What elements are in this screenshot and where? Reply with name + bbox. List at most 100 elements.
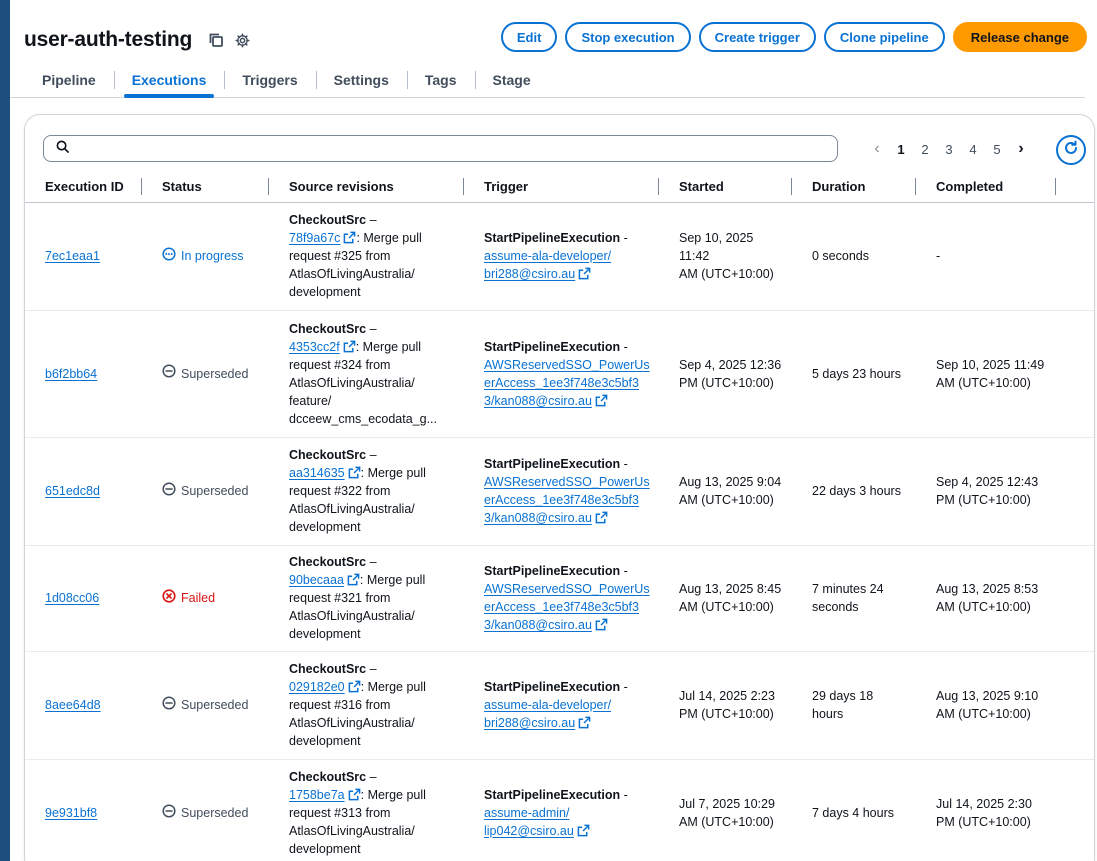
source-dash: – [366, 213, 377, 227]
column-header-completed[interactable]: Completed [916, 171, 1056, 203]
gear-icon[interactable] [234, 32, 250, 48]
started-value: Jul 7, 2025 10:29 AM (UTC+10:00) [679, 797, 775, 829]
external-link-icon[interactable] [347, 573, 360, 586]
trigger-link[interactable]: erAccess_1ee3f748e3c5bf3 [484, 600, 639, 614]
external-link-icon[interactable] [578, 267, 591, 280]
commit-link[interactable]: 4353cc2f [289, 340, 340, 354]
clone-pipeline-button[interactable]: Clone pipeline [823, 22, 945, 52]
external-link-icon[interactable] [348, 788, 361, 801]
commit-link[interactable]: 90becaaa [289, 573, 344, 587]
page-3[interactable]: 3 [937, 142, 961, 157]
trigger-link[interactable]: 3/kan088@csiro.au [484, 394, 592, 408]
release-change-button[interactable]: Release change [952, 22, 1087, 52]
tab-tags[interactable]: Tags [406, 62, 475, 97]
commit-message-line: request #313 from [289, 806, 391, 820]
completed-line: Aug 13, 2025 8:53 [936, 582, 1039, 596]
external-link-icon[interactable] [595, 618, 608, 631]
execution-id-cell: 8aee64d8 [25, 651, 142, 760]
trigger-link[interactable]: assume-admin/ [484, 806, 569, 820]
completed-value: Aug 13, 2025 9:10 AM (UTC+10:00) [936, 689, 1038, 721]
stop-execution-button[interactable]: Stop execution [565, 22, 691, 52]
trigger-link[interactable]: erAccess_1ee3f748e3c5bf3 [484, 376, 639, 390]
column-header-started[interactable]: Started [659, 171, 792, 203]
commit-link[interactable]: 1758be7a [289, 788, 345, 802]
source-dash: – [366, 321, 377, 336]
trigger-link[interactable]: bri288@csiro.au [484, 267, 575, 281]
trigger-link[interactable]: bri288@csiro.au [484, 716, 575, 730]
trigger-link[interactable]: assume-ala-developer/ [484, 698, 611, 712]
completed-line: Sep 10, 2025 11:49 [936, 357, 1045, 372]
copy-icon[interactable] [208, 32, 224, 48]
tab-stage[interactable]: Stage [474, 62, 549, 97]
completed-value: Sep 10, 2025 11:49 AM (UTC+10:00) [936, 358, 1044, 390]
chevron-right-icon[interactable]: › [1009, 140, 1033, 158]
column-header-duration[interactable]: Duration [792, 171, 916, 203]
commit-message: request #321 from AtlasOfLivingAustralia/… [289, 591, 415, 641]
page-4[interactable]: 4 [961, 142, 985, 157]
pipeline-page: user-auth-testing Edit Stop execution Cr… [10, 0, 1097, 861]
trigger-link[interactable]: assume-ala-developer/ [484, 249, 611, 263]
started-cell: Jul 14, 2025 2:23 PM (UTC+10:00) [659, 651, 792, 760]
trigger-link[interactable]: lip042@csiro.au [484, 824, 574, 838]
failed-icon [162, 588, 181, 608]
external-link-icon[interactable] [348, 680, 361, 693]
column-header-execution-id[interactable]: Execution ID [25, 171, 142, 203]
chevron-left-icon[interactable]: ‹ [865, 140, 889, 158]
column-header-status[interactable]: Status [142, 171, 269, 203]
trigger-link[interactable]: AWSReservedSSO_PowerUs [484, 475, 650, 489]
trigger-link[interactable]: AWSReservedSSO_PowerUs [484, 582, 650, 596]
started-cell: Aug 13, 2025 8:45 AM (UTC+10:00) [659, 545, 792, 652]
external-link-icon[interactable] [348, 466, 361, 479]
column-header-source-revisions[interactable]: Source revisions [269, 171, 464, 203]
execution-id-link[interactable]: 8aee64d8 [45, 698, 101, 712]
external-link-icon[interactable] [578, 716, 591, 729]
trigger-link[interactable]: AWSReservedSSO_PowerUs [484, 358, 650, 372]
table-row: 9e931bf8 Superseded CheckoutSrc – 1758be… [25, 759, 1094, 861]
execution-id-link[interactable]: 9e931bf8 [45, 806, 97, 820]
commit-message-line: AtlasOfLivingAustralia/ [289, 502, 415, 516]
commit-message-line: request #322 from [289, 484, 391, 498]
duration-value: 7 days 4 hours [812, 806, 894, 820]
tab-executions[interactable]: Executions [113, 62, 225, 98]
page-1[interactable]: 1 [889, 142, 913, 157]
trigger-link[interactable]: erAccess_1ee3f748e3c5bf3 [484, 493, 639, 507]
status-badge: Superseded [162, 803, 248, 823]
page-5[interactable]: 5 [985, 142, 1009, 157]
started-line: Jul 14, 2025 2:23 [679, 689, 775, 703]
execution-id-link[interactable]: 651edc8d [45, 484, 100, 498]
completed-line: - [936, 249, 941, 263]
page-2[interactable]: 2 [913, 142, 937, 157]
external-link-icon[interactable] [595, 511, 608, 524]
commit-link[interactable]: aa314635 [289, 466, 345, 480]
source-name: CheckoutSrc [289, 555, 367, 569]
status-badge: Superseded [162, 481, 248, 501]
started-cell: Sep 10, 2025 11:42 AM (UTC+10:00) [659, 202, 792, 311]
external-link-icon[interactable] [595, 394, 608, 407]
commit-link[interactable]: 78f9a67c [289, 231, 340, 245]
execution-id-link[interactable]: 7ec1eaa1 [45, 249, 100, 263]
create-trigger-button[interactable]: Create trigger [698, 22, 816, 52]
edit-button[interactable]: Edit [500, 22, 558, 52]
external-link-icon[interactable] [343, 340, 356, 353]
column-header-trigger[interactable]: Trigger [464, 171, 659, 203]
commit-link[interactable]: 029182e0 [289, 680, 345, 694]
commit-message-line: request #324 from [289, 357, 391, 372]
commit-message-line: AtlasOfLivingAustralia/ [289, 267, 415, 281]
refresh-button[interactable] [1056, 135, 1086, 165]
trigger-suffix: - [620, 564, 628, 578]
tab-settings[interactable]: Settings [315, 62, 407, 97]
execution-id-link[interactable]: 1d08cc06 [45, 591, 99, 605]
trigger-link[interactable]: 3/kan088@csiro.au [484, 618, 592, 632]
external-link-icon[interactable] [577, 824, 590, 837]
external-link-icon[interactable] [343, 231, 356, 244]
table-row: 651edc8d Superseded CheckoutSrc – aa3146… [25, 437, 1094, 546]
commit-message-start: : Merge pull [355, 339, 422, 354]
execution-id-link[interactable]: b6f2bb64 [45, 367, 97, 381]
started-line: AM (UTC+10:00) [679, 815, 774, 829]
tab-triggers[interactable]: Triggers [224, 62, 315, 97]
trigger-link[interactable]: 3/kan088@csiro.au [484, 511, 592, 525]
search-input[interactable] [77, 137, 837, 160]
tab-pipeline[interactable]: Pipeline [10, 62, 114, 97]
started-line: PM (UTC+10:00) [679, 707, 774, 721]
source-revision-cell: CheckoutSrc – 90becaaa: Merge pull reque… [269, 545, 464, 652]
